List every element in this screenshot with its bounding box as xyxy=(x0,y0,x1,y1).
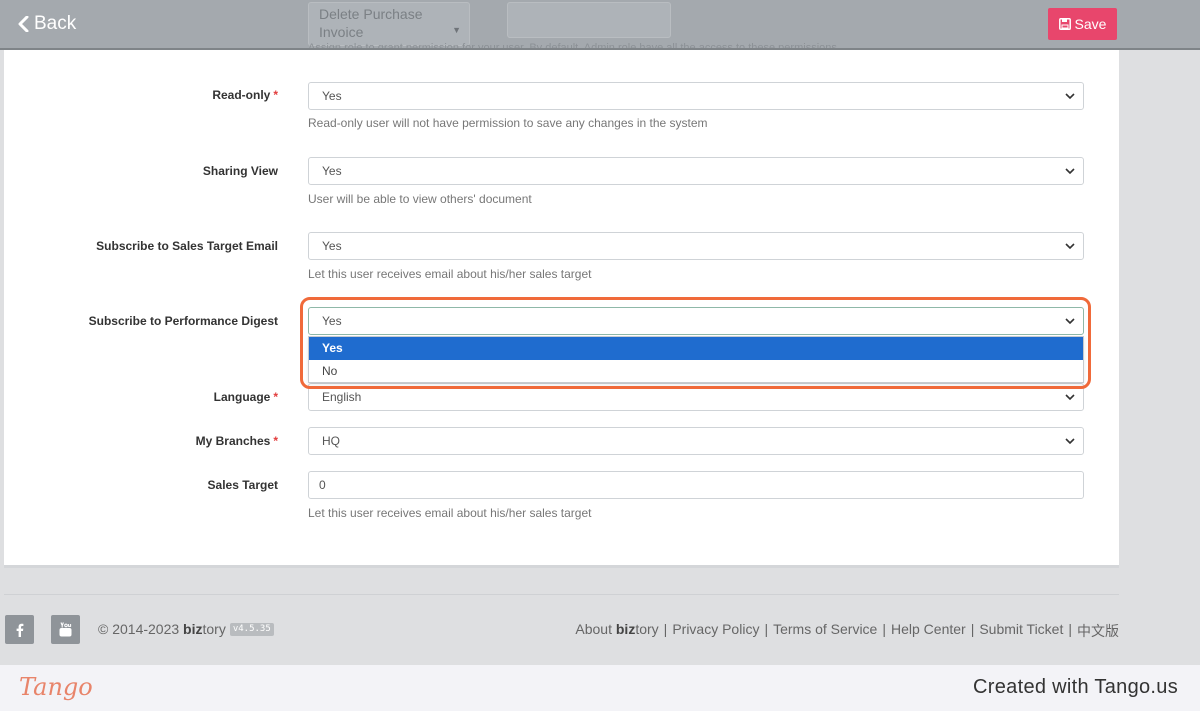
save-button[interactable]: Save xyxy=(1048,8,1117,40)
sales-target-label: Sales Target xyxy=(207,478,278,492)
sharing-view-select[interactable]: Yes xyxy=(308,157,1084,185)
footer-link-terms[interactable]: Terms of Service xyxy=(773,621,877,641)
youtube-icon xyxy=(59,622,72,637)
tango-credit: Created with Tango.us xyxy=(973,676,1178,698)
user-settings-form: Read-only * Yes Read-only user will not h… xyxy=(4,50,1119,568)
option-no[interactable]: No xyxy=(309,360,1083,383)
save-button-label: Save xyxy=(1074,16,1107,32)
caret-down-icon: ▼ xyxy=(452,25,461,35)
faded-permission-select-value: Delete Purchase Invoice xyxy=(319,6,423,40)
my-branches-label: My Branches * xyxy=(195,434,278,448)
performance-digest-options: Yes No xyxy=(308,336,1084,383)
footer-link-ticket[interactable]: Submit Ticket xyxy=(979,621,1063,641)
tango-logo: Tango xyxy=(19,673,93,701)
version-badge: v4.5.35 xyxy=(229,622,274,636)
required-marker: * xyxy=(273,88,278,102)
my-branches-select-value: HQ xyxy=(322,434,340,448)
copyright: © 2014-2023 biz tory v4.5.35 xyxy=(98,621,274,637)
chevron-down-icon xyxy=(1065,168,1075,175)
performance-digest-select[interactable]: Yes xyxy=(308,307,1084,335)
faded-help-text: Assign role to grant permission for your… xyxy=(308,42,840,48)
back-button-label: Back xyxy=(34,13,77,34)
readonly-help: Read-only user will not have permission … xyxy=(308,116,708,130)
sales-target-input[interactable]: 0 xyxy=(308,471,1084,499)
youtube-button[interactable] xyxy=(51,615,80,644)
brand-name-rest: tory xyxy=(202,621,226,637)
language-select[interactable]: English xyxy=(308,383,1084,411)
tango-watermark-bar: Tango Created with Tango.us xyxy=(0,665,1200,711)
back-button[interactable]: Back xyxy=(18,12,76,36)
option-yes[interactable]: Yes xyxy=(309,337,1083,360)
my-branches-select[interactable]: HQ xyxy=(308,427,1084,455)
chevron-down-icon xyxy=(1065,394,1075,401)
language-label: Language * xyxy=(213,390,278,404)
floppy-disk-icon xyxy=(1058,18,1071,30)
footer-link-chinese[interactable]: 中文版 xyxy=(1077,621,1119,641)
footer-divider xyxy=(4,594,1119,595)
footer-link-privacy[interactable]: Privacy Policy xyxy=(672,621,759,641)
brand-name-bold: biz xyxy=(183,621,203,637)
required-marker: * xyxy=(273,434,278,448)
required-marker: * xyxy=(273,390,278,404)
performance-digest-select-value: Yes xyxy=(322,314,342,328)
chevron-down-icon xyxy=(1065,438,1075,445)
chevron-down-icon xyxy=(1065,93,1075,100)
top-bar: Delete Purchase Invoice ▼ Assign role to… xyxy=(0,0,1200,50)
sales-target-email-help: Let this user receives email about his/h… xyxy=(308,267,592,281)
sharing-view-label: Sharing View xyxy=(202,164,278,178)
faded-input xyxy=(507,2,671,38)
readonly-select[interactable]: Yes xyxy=(308,82,1084,110)
performance-digest-label: Subscribe to Performance Digest xyxy=(88,314,278,328)
sales-target-email-label: Subscribe to Sales Target Email xyxy=(96,239,278,253)
sales-target-email-select[interactable]: Yes xyxy=(308,232,1084,260)
footer-links: About biztory | Privacy Policy | Terms o… xyxy=(575,621,1119,641)
footer-link-about[interactable]: About biztory xyxy=(575,621,658,641)
chevron-down-icon xyxy=(1065,318,1075,325)
sales-target-help: Let this user receives email about his/h… xyxy=(308,506,592,520)
language-select-value: English xyxy=(322,390,362,404)
readonly-select-value: Yes xyxy=(322,89,342,103)
chevron-left-icon xyxy=(18,16,29,32)
footer-link-help[interactable]: Help Center xyxy=(891,621,966,641)
sharing-view-help: User will be able to view others' docume… xyxy=(308,192,532,206)
readonly-label: Read-only * xyxy=(212,88,278,102)
sharing-view-select-value: Yes xyxy=(322,164,342,178)
chevron-down-icon xyxy=(1065,243,1075,250)
facebook-button[interactable] xyxy=(5,615,34,644)
sales-target-email-select-value: Yes xyxy=(322,239,342,253)
facebook-icon xyxy=(16,623,23,637)
